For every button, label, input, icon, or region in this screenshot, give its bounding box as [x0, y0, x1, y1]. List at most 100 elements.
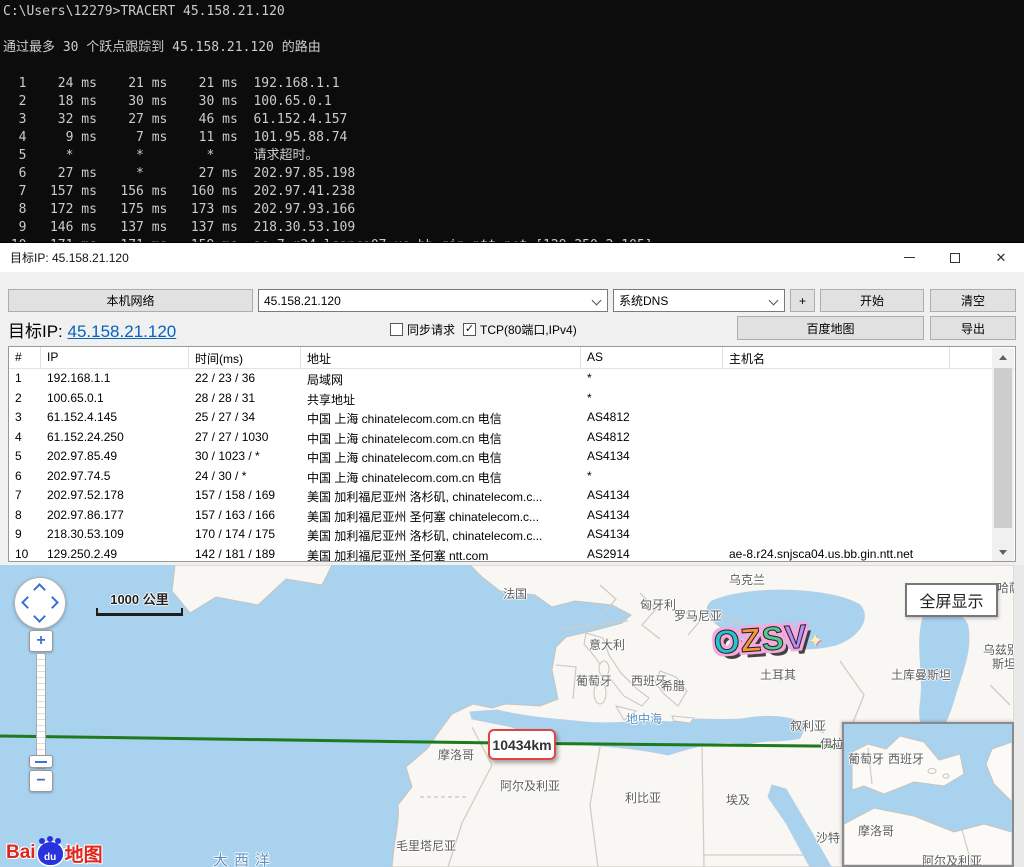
zoom-slider-track[interactable]: [36, 653, 46, 769]
ozsv-sticker: OZSV✦: [712, 609, 826, 673]
table-row[interactable]: 10129.250.2.49142 / 181 / 189美国 加利福尼亚州 圣…: [9, 545, 1015, 563]
tcp-checkbox[interactable]: ✓ TCP(80端口,IPv4): [463, 321, 577, 338]
table-scrollbar[interactable]: [992, 348, 1014, 562]
table-cell: 8: [9, 506, 41, 526]
table-cell: *: [581, 467, 723, 487]
chevron-down-icon[interactable]: [769, 296, 779, 306]
zoom-out-button[interactable]: −: [29, 770, 53, 792]
column-header[interactable]: 时间(ms): [189, 347, 301, 368]
table-cell: [723, 525, 950, 545]
table-cell: [723, 369, 950, 389]
toolbar: 本机网络 45.158.21.120 系统DNS + 开始 清空 目标IP: 4…: [0, 272, 1024, 346]
zoom-slider-handle[interactable]: [29, 755, 53, 768]
map-place-label: 沙特: [816, 829, 840, 846]
console-line: 1 24 ms 21 ms 21 ms 192.168.1.1: [3, 75, 1024, 93]
map-place-label: 葡萄牙: [576, 672, 612, 689]
local-network-button[interactable]: 本机网络: [8, 289, 253, 312]
add-button[interactable]: +: [790, 289, 815, 312]
map-pan-control[interactable]: [14, 577, 66, 629]
fullscreen-button[interactable]: 全屏显示: [905, 583, 998, 617]
close-button[interactable]: ✕: [978, 243, 1024, 273]
clear-button[interactable]: 清空: [930, 289, 1016, 312]
pan-up-icon[interactable]: [33, 583, 46, 596]
table-cell: 美国 加利福尼亚州 洛杉矶, chinatelecom.c...: [301, 525, 581, 545]
table-row[interactable]: 6202.97.74.524 / 30 / *中国 上海 chinateleco…: [9, 467, 1015, 487]
table-cell: [723, 408, 950, 428]
zoom-in-button[interactable]: +: [29, 630, 53, 652]
table-row[interactable]: 2100.65.0.128 / 28 / 31共享地址*: [9, 389, 1015, 409]
map-place-label: 乌克兰: [729, 571, 765, 588]
table-header-row[interactable]: #IP时间(ms)地址AS主机名: [9, 347, 1015, 369]
target-ip-link[interactable]: 45.158.21.120: [68, 322, 177, 341]
console-line: [3, 57, 1024, 75]
baidu-map-button[interactable]: 百度地图: [737, 316, 924, 340]
table-cell: 202.97.74.5: [41, 467, 189, 487]
checkbox-checked-icon[interactable]: ✓: [463, 323, 476, 336]
table-cell: 157 / 163 / 166: [189, 506, 301, 526]
pan-right-icon[interactable]: [46, 596, 59, 609]
checkbox-icon[interactable]: [390, 323, 403, 336]
target-ip-value: 45.158.21.120: [264, 294, 341, 308]
table-cell: 10: [9, 545, 41, 563]
map-place-label: 大西洋: [213, 849, 276, 867]
scroll-up-icon[interactable]: [999, 355, 1007, 360]
table-cell: 1: [9, 369, 41, 389]
map-place-label: 摩洛哥: [858, 822, 894, 839]
pan-left-icon[interactable]: [21, 596, 34, 609]
sparkle-icon: ✦: [807, 630, 824, 651]
table-cell: [723, 467, 950, 487]
start-button[interactable]: 开始: [820, 289, 924, 312]
table-cell: 4: [9, 428, 41, 448]
column-header[interactable]: 主机名: [723, 347, 950, 368]
export-button[interactable]: 导出: [930, 316, 1016, 340]
sticker-letter: V: [783, 617, 809, 656]
console-line: 7 157 ms 156 ms 160 ms 202.97.41.238: [3, 183, 1024, 201]
table-row[interactable]: 1192.168.1.122 / 23 / 36局域网*: [9, 369, 1015, 389]
table-cell: 218.30.53.109: [41, 525, 189, 545]
map-place-label: 意大利: [589, 636, 625, 653]
column-header[interactable]: 地址: [301, 347, 581, 368]
table-cell: 129.250.2.49: [41, 545, 189, 563]
table-cell: 局域网: [301, 369, 581, 389]
baidu-logo-du: du: [38, 852, 63, 863]
table-cell: AS4134: [581, 447, 723, 467]
minimize-button[interactable]: [886, 243, 932, 273]
table-row[interactable]: 9218.30.53.109170 / 174 / 175美国 加利福尼亚州 洛…: [9, 525, 1015, 545]
dns-combobox[interactable]: 系统DNS: [613, 289, 785, 312]
baidu-logo[interactable]: Bai du 地图: [6, 838, 103, 867]
table-cell: *: [581, 369, 723, 389]
table-cell: 202.97.85.49: [41, 447, 189, 467]
table-row[interactable]: 5202.97.85.4930 / 1023 / *中国 上海 chinatel…: [9, 447, 1015, 467]
table-cell: 30 / 1023 / *: [189, 447, 301, 467]
scrollbar-thumb[interactable]: [994, 368, 1012, 528]
tcp-checkbox-label: TCP(80端口,IPv4): [480, 321, 577, 338]
console-line: 6 27 ms * 27 ms 202.97.85.198: [3, 165, 1024, 183]
table-row[interactable]: 8202.97.86.177157 / 163 / 166美国 加利福尼亚州 圣…: [9, 506, 1015, 526]
maximize-icon: [950, 253, 960, 263]
maximize-button[interactable]: [932, 243, 978, 273]
column-header[interactable]: #: [9, 347, 41, 368]
table-cell: 中国 上海 chinatelecom.com.cn 电信: [301, 467, 581, 487]
close-icon: ✕: [996, 251, 1007, 264]
table-cell: 6: [9, 467, 41, 487]
table-cell: 202.97.52.178: [41, 486, 189, 506]
pan-down-icon[interactable]: [33, 610, 46, 623]
console-line: 2 18 ms 30 ms 30 ms 100.65.0.1: [3, 93, 1024, 111]
overview-inset-map[interactable]: 葡萄牙西班牙摩洛哥阿尔及利亚: [842, 722, 1014, 867]
table-row[interactable]: 7202.97.52.178157 / 158 / 169美国 加利福尼亚州 洛…: [9, 486, 1015, 506]
table-row[interactable]: 361.152.4.14525 / 27 / 34中国 上海 chinatele…: [9, 408, 1015, 428]
column-header[interactable]: AS: [581, 347, 723, 368]
target-ip-combobox[interactable]: 45.158.21.120: [258, 289, 608, 312]
sync-checkbox[interactable]: 同步请求: [390, 321, 455, 338]
table-cell: [723, 389, 950, 409]
map-place-label: 埃及: [726, 791, 750, 808]
chevron-down-icon[interactable]: [592, 296, 602, 306]
map-scale-bar: [96, 608, 183, 616]
scroll-down-icon[interactable]: [999, 550, 1007, 555]
table-cell: 24 / 30 / *: [189, 467, 301, 487]
map-canvas[interactable]: 法国匈牙利罗马尼亚乌克兰意大利葡萄牙西班牙希腊土耳其地中海叙利亚伊拉克哈萨乌兹别…: [0, 565, 1014, 867]
table-cell: AS4134: [581, 525, 723, 545]
column-header[interactable]: IP: [41, 347, 189, 368]
map-place-label: 匈牙利: [640, 596, 676, 613]
table-row[interactable]: 461.152.24.25027 / 27 / 1030中国 上海 chinat…: [9, 428, 1015, 448]
